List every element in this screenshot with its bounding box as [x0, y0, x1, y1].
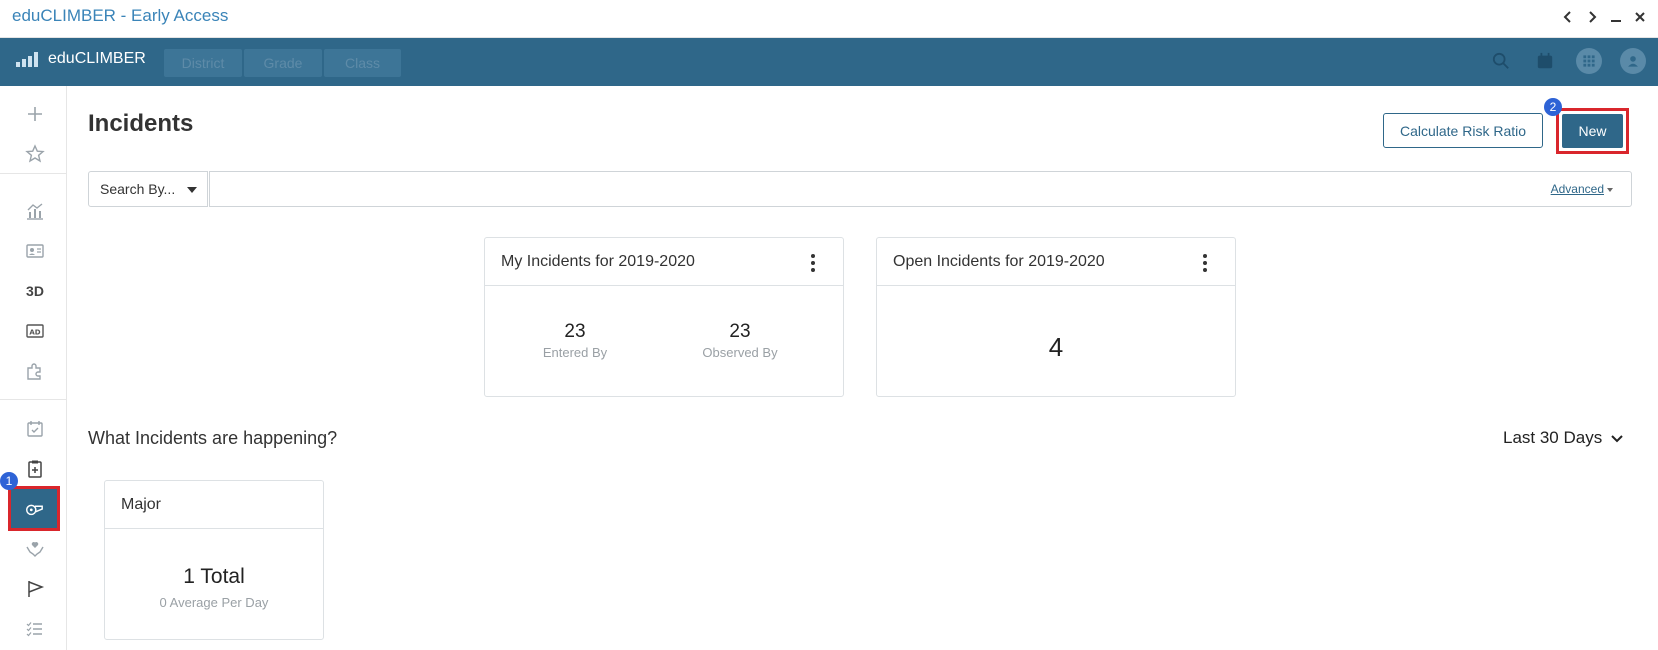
- card-title: Open Incidents for 2019-2020: [877, 238, 1235, 286]
- forward-icon[interactable]: [1582, 5, 1602, 29]
- new-button-highlight: New: [1556, 108, 1629, 154]
- hands-heart-icon[interactable]: [10, 532, 60, 566]
- brand-logo-icon: [16, 51, 38, 67]
- caret-down-icon: [1607, 187, 1613, 192]
- more-options-icon[interactable]: [1203, 254, 1207, 272]
- svg-text:AD: AD: [29, 329, 40, 337]
- minimize-icon[interactable]: [1606, 5, 1626, 29]
- entered-by-label: Entered By: [542, 345, 608, 360]
- observed-by-stat[interactable]: 23 Observed By: [680, 321, 800, 360]
- new-button[interactable]: New: [1562, 114, 1623, 148]
- sidebar: 3D AD: [0, 86, 67, 650]
- puzzle-icon[interactable]: [10, 354, 60, 388]
- window-titlebar: eduCLIMBER - Early Access: [0, 0, 1658, 38]
- ad-badge-icon[interactable]: AD: [10, 314, 60, 348]
- major-average: 0 Average Per Day: [159, 595, 269, 610]
- flag-icon[interactable]: [10, 572, 60, 606]
- step-badge: 1: [0, 472, 18, 490]
- caret-down-icon: [187, 187, 197, 193]
- calendar-check-icon[interactable]: [10, 412, 60, 446]
- calculate-risk-ratio-button[interactable]: Calculate Risk Ratio: [1383, 113, 1543, 148]
- star-icon[interactable]: [10, 137, 60, 171]
- sidebar-item-incidents[interactable]: [8, 486, 60, 531]
- my-incidents-card: My Incidents for 2019-2020 23 Entered By…: [484, 237, 844, 397]
- student-id-card-icon[interactable]: [10, 234, 60, 268]
- section-title: What Incidents are happening?: [88, 428, 338, 448]
- incidents-whistle-icon: [24, 499, 44, 519]
- checklist-icon[interactable]: [10, 612, 60, 646]
- date-range-label: Last 30 Days: [1503, 428, 1603, 447]
- search-by-label: Search By...: [100, 181, 176, 197]
- apps-grid-icon[interactable]: [1576, 48, 1602, 74]
- card-title: Major: [105, 481, 323, 529]
- window-controls: [1558, 5, 1650, 29]
- date-range-dropdown[interactable]: Last 30 Days: [1503, 428, 1624, 448]
- more-options-icon[interactable]: [811, 254, 815, 272]
- close-icon[interactable]: [1630, 5, 1650, 29]
- major-total: 1 Total: [183, 565, 245, 588]
- entered-by-stat[interactable]: 23 Entered By: [525, 321, 625, 360]
- open-incidents-card: Open Incidents for 2019-2020 4: [876, 237, 1236, 397]
- advanced-search-link[interactable]: Advanced: [1551, 182, 1613, 196]
- 3d-icon[interactable]: 3D: [10, 274, 60, 308]
- context-tabs: District Grade Class: [164, 49, 401, 77]
- observed-by-count: 23: [729, 321, 751, 342]
- card-title: My Incidents for 2019-2020: [485, 238, 843, 286]
- tab-grade[interactable]: Grade: [244, 49, 322, 77]
- step-badge: 2: [1544, 98, 1562, 116]
- header-actions: [1488, 48, 1646, 74]
- search-icon[interactable]: [1488, 48, 1514, 74]
- page-title: Incidents: [88, 110, 194, 137]
- major-incidents-card[interactable]: Major 1 Total 0 Average Per Day: [104, 480, 324, 640]
- entered-by-count: 23: [564, 321, 586, 342]
- search-bar: Search By... Advanced: [88, 171, 1632, 207]
- tab-district[interactable]: District: [164, 49, 242, 77]
- window-title: eduCLIMBER - Early Access: [12, 6, 229, 25]
- analytics-chart-icon[interactable]: [10, 194, 60, 228]
- search-input[interactable]: Advanced: [209, 171, 1632, 207]
- calendar-icon[interactable]: [1532, 48, 1558, 74]
- sidebar-divider: [0, 173, 67, 174]
- back-icon[interactable]: [1558, 5, 1578, 29]
- search-by-dropdown[interactable]: Search By...: [88, 171, 208, 207]
- app-header: eduCLIMBER District Grade Class: [0, 38, 1658, 86]
- chevron-down-icon: [1610, 431, 1624, 445]
- open-incidents-count[interactable]: 4: [877, 332, 1235, 363]
- sidebar-divider: [0, 399, 67, 400]
- plus-icon[interactable]: [10, 97, 60, 131]
- observed-by-label: Observed By: [702, 345, 778, 360]
- brand[interactable]: eduCLIMBER: [16, 50, 146, 68]
- brand-name: eduCLIMBER: [48, 50, 146, 67]
- user-avatar-icon[interactable]: [1620, 48, 1646, 74]
- tab-class[interactable]: Class: [324, 49, 401, 77]
